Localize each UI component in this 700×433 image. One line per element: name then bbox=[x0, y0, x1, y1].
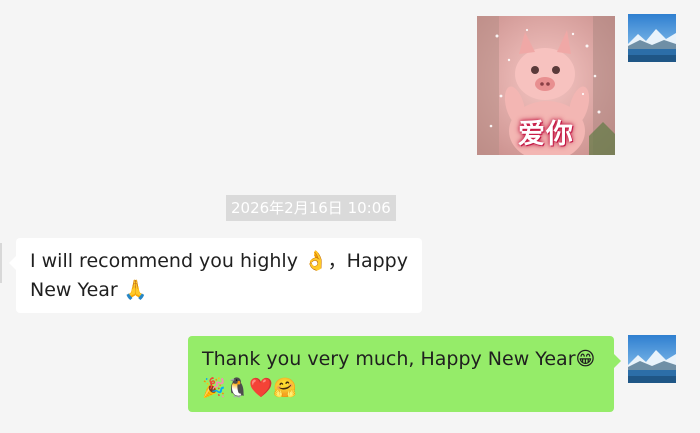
mountain-lake-avatar-icon bbox=[628, 335, 676, 383]
incoming-message-bubble[interactable]: I will recommend you highly 👌，Happy New … bbox=[9, 238, 422, 313]
contact-avatar-edge bbox=[0, 243, 2, 283]
pig-sticker-image[interactable]: 爱你 bbox=[477, 16, 615, 155]
user-avatar[interactable] bbox=[628, 335, 676, 383]
message-timestamp: 2026年2月16日 10:06 bbox=[226, 195, 396, 221]
message-line: Thank you very much, Happy New Year😁 bbox=[202, 348, 596, 370]
mountain-lake-avatar-icon bbox=[628, 14, 676, 62]
outgoing-message-bubble[interactable]: Thank you very much, Happy New Year😁 🎉🐧❤… bbox=[188, 336, 621, 412]
message-line: 🎉🐧❤️🤗 bbox=[202, 377, 297, 399]
user-avatar[interactable] bbox=[628, 14, 676, 62]
sticker-caption: 爱你 bbox=[518, 119, 574, 150]
message-line: New Year 🙏 bbox=[30, 279, 148, 301]
message-line: I will recommend you highly 👌，Happy bbox=[30, 250, 408, 272]
